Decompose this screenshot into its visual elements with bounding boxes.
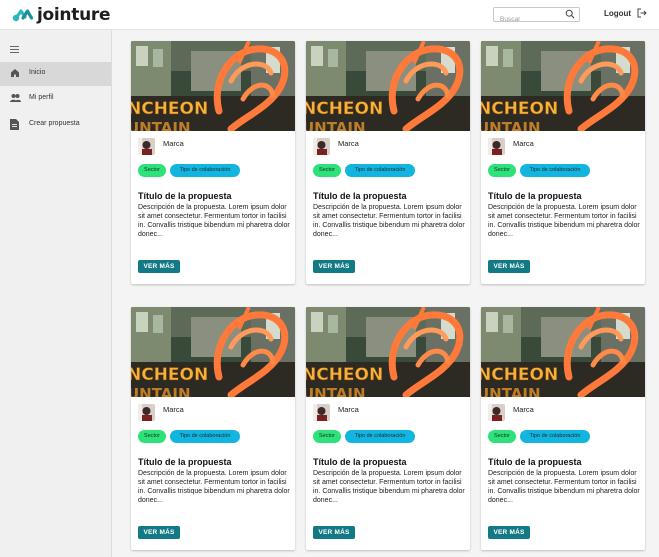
logout-icon [637,8,647,18]
proposal-title: Título de la propuesta [138,191,232,201]
proposal-image [306,307,470,397]
document-icon [10,119,19,130]
sidebar: Inicio Mi perfil Crear propuesta [0,30,112,557]
avatar [138,404,155,421]
proposal-card: Marca Sector Tipo de colaboración Título… [306,307,470,550]
proposals-grid: Marca Sector Tipo de colaboración Título… [112,30,659,557]
sector-chip: Sector [313,164,341,177]
proposal-card: Marca Sector Tipo de colaboración Título… [306,41,470,284]
sector-chip: Sector [313,430,341,443]
proposal-title: Título de la propuesta [313,191,407,201]
proposal-title: Título de la propuesta [488,457,582,467]
collaboration-type-chip: Tipo de colaboración [520,430,590,443]
brand-name: Marca [163,405,184,414]
avatar [138,138,155,155]
brand-name: Marca [338,405,359,414]
ver-mas-button[interactable]: VER MÁS [138,526,180,539]
proposal-card: Marca Sector Tipo de colaboración Título… [481,41,645,284]
sector-chip: Sector [138,164,166,177]
brand-name: Marca [513,139,534,148]
people-icon [10,94,21,102]
proposal-card: Marca Sector Tipo de colaboración Título… [481,307,645,550]
sidebar-item-label: Mi perfil [29,94,54,101]
avatar [313,138,330,155]
proposal-title: Título de la propuesta [488,191,582,201]
menu-icon[interactable] [10,46,19,53]
proposal-image [481,41,645,131]
avatar [488,138,505,155]
proposal-description: Descripción de la propuesta. Lorem ipsum… [138,204,290,238]
proposal-card: Marca Sector Tipo de colaboración Título… [131,41,295,284]
ver-mas-button[interactable]: VER MÁS [313,260,355,273]
collaboration-type-chip: Tipo de colaboración [520,164,590,177]
search-icon[interactable] [565,9,575,19]
sector-chip: Sector [138,430,166,443]
sidebar-item-inicio[interactable]: Inicio [0,62,111,86]
logo-text: jointure [37,5,111,25]
ver-mas-button[interactable]: VER MÁS [488,526,530,539]
brand-name: Marca [338,139,359,148]
top-bar: jointure Logout [0,0,659,30]
collaboration-type-chip: Tipo de colaboración [345,430,415,443]
logout-button[interactable]: Logout [604,8,647,18]
logo-icon [12,9,34,22]
ver-mas-button[interactable]: VER MÁS [138,260,180,273]
logout-label: Logout [604,8,632,18]
proposal-title: Título de la propuesta [313,457,407,467]
proposal-description: Descripción de la propuesta. Lorem ipsum… [138,470,290,504]
sector-chip: Sector [488,164,516,177]
collaboration-type-chip: Tipo de colaboración [345,164,415,177]
sidebar-item-label: Crear propuesta [29,120,80,127]
proposal-description: Descripción de la propuesta. Lorem ipsum… [488,204,640,238]
proposal-description: Descripción de la propuesta. Lorem ipsum… [313,470,465,504]
sector-chip: Sector [488,430,516,443]
collaboration-type-chip: Tipo de colaboración [170,430,240,443]
search-input[interactable] [494,13,562,26]
proposal-description: Descripción de la propuesta. Lorem ipsum… [313,204,465,238]
avatar [488,404,505,421]
ver-mas-button[interactable]: VER MÁS [488,260,530,273]
proposal-description: Descripción de la propuesta. Lorem ipsum… [488,470,640,504]
logo[interactable]: jointure [12,5,110,25]
search-box [493,7,580,26]
sidebar-item-label: Inicio [29,69,46,76]
sidebar-item-mi-perfil[interactable]: Mi perfil [0,87,111,111]
ver-mas-button[interactable]: VER MÁS [313,526,355,539]
collaboration-type-chip: Tipo de colaboración [170,164,240,177]
sidebar-item-crear-propuesta[interactable]: Crear propuesta [0,113,111,137]
proposal-card: Marca Sector Tipo de colaboración Título… [131,307,295,550]
avatar [313,404,330,421]
brand-name: Marca [513,405,534,414]
proposal-image [131,307,295,397]
proposal-image [306,41,470,131]
brand-name: Marca [163,139,184,148]
home-icon [11,69,19,77]
proposal-title: Título de la propuesta [138,457,232,467]
proposal-image [131,41,295,131]
proposal-image [481,307,645,397]
